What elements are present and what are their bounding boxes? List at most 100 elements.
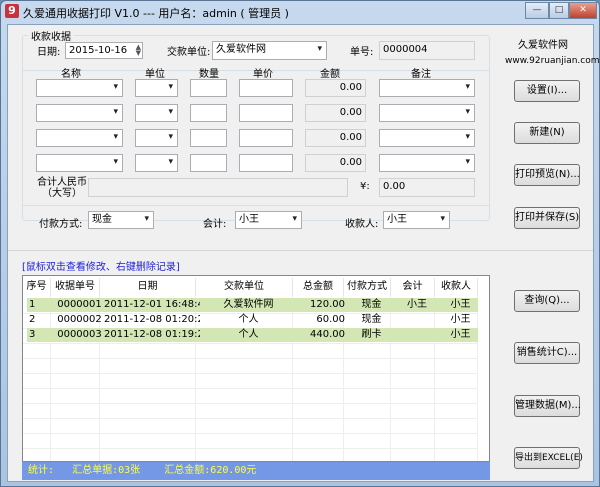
app-icon: 9 (5, 4, 19, 18)
grid-line (23, 433, 477, 434)
accountant-combo[interactable]: 小王 (235, 211, 302, 229)
item-name-combo[interactable] (36, 104, 123, 122)
item-qty-input[interactable] (190, 129, 227, 147)
item-price-input[interactable] (239, 154, 293, 172)
column-header[interactable]: 付款方式 (344, 278, 391, 296)
item-name-combo[interactable] (36, 129, 123, 147)
receiver-label: 收款人: (345, 219, 379, 230)
manage-data-button[interactable]: 管理数据(M)... (514, 395, 581, 417)
accountant-label: 会计: (203, 219, 227, 230)
item-note-combo[interactable] (379, 104, 475, 122)
item-amount-field: 0.00 (305, 129, 366, 147)
grid-line (23, 343, 477, 344)
grid-line (23, 448, 477, 449)
client-area: 收款收据 日期: 2015-10-16 ▲▼ 交款单位: 久爱软件网 单号: 00… (7, 24, 600, 482)
spin-icon[interactable]: ▲ ▼ (136, 44, 141, 57)
yen-field: 0.00 (379, 178, 475, 197)
number-field: 0000004 (379, 41, 475, 60)
item-qty-input[interactable] (190, 104, 227, 122)
status-bar: 统计: 汇总单据:03张 汇总金额:620.00元 (22, 462, 490, 480)
table-cell: 个人 (238, 314, 259, 325)
column-header[interactable]: 收款人 (435, 278, 478, 296)
table-cell: 刷卡 (361, 329, 382, 340)
item-name-combo[interactable] (36, 79, 123, 97)
brand-label: 久爱软件网 (518, 40, 568, 51)
table-cell: 2011-12-01 16:48:46 (104, 299, 200, 310)
item-note-combo[interactable] (379, 154, 475, 172)
number-label: 单号: (350, 47, 374, 58)
list-hint: [鼠标双击查看修改、右键删除记录] (22, 262, 180, 273)
item-amount-field: 0.00 (305, 79, 366, 97)
item-price-input[interactable] (239, 104, 293, 122)
receipt-table[interactable]: 序号 收据单号 日期 交款单位 总金额 付款方式 会计 收款人 1 0000001 2011-12-… (22, 275, 490, 462)
divider (22, 205, 490, 206)
table-cell: 小王 (407, 299, 427, 310)
settings-button[interactable]: 设置(I)... (514, 80, 580, 102)
minimize-button[interactable]: — (525, 2, 549, 19)
export-excel-button[interactable]: 导出到EXCEL(E) (514, 447, 583, 469)
close-button[interactable]: ✕ (569, 2, 597, 19)
item-note-combo[interactable] (379, 129, 475, 147)
group-title: 收款收据 (28, 28, 74, 43)
column-header[interactable]: 收据单号 (51, 278, 100, 296)
pay-method-combo[interactable]: 现金 (88, 211, 154, 229)
date-value: 2015-10-16 (69, 45, 128, 56)
table-row[interactable]: 2 0000002 2011-12-08 01:20:24 个人 60.00 现金 小王 (27, 313, 478, 327)
divider (8, 250, 593, 251)
amount-value: 620.00元 (210, 465, 257, 476)
column-header[interactable]: 日期 (100, 278, 196, 296)
date-label: 日期: (37, 47, 61, 58)
table-row[interactable]: 1 0000001 2011-12-01 16:48:46 久爱软件网 120.00 现金… (27, 298, 478, 312)
item-unit-combo[interactable] (135, 129, 178, 147)
item-price-input[interactable] (239, 129, 293, 147)
item-unit-combo[interactable] (135, 104, 178, 122)
table-cell: 440.00 (310, 329, 345, 340)
print-preview-button[interactable]: 打印预览(N)... (514, 164, 580, 186)
column-header[interactable]: 会计 (391, 278, 435, 296)
table-cell: 久爱软件网 (223, 299, 274, 310)
count-label: 汇总单据: (72, 465, 119, 476)
item-name-combo[interactable] (36, 154, 123, 172)
total-cn-label: 合计人民币 （大写） (37, 177, 87, 199)
table-cell: 3 (29, 329, 36, 340)
query-button[interactable]: 查询(Q)... (514, 290, 580, 312)
table-cell: 1 (29, 299, 36, 310)
item-note-combo[interactable] (379, 79, 475, 97)
col-unit: 单位 (145, 69, 165, 80)
column-header[interactable]: 序号 (23, 278, 51, 296)
item-qty-input[interactable] (190, 154, 227, 172)
new-button[interactable]: 新建(N) (514, 122, 580, 144)
table-row[interactable]: 3 0000003 2011-12-08 01:19:20 个人 440.00 刷卡 小王 (27, 328, 478, 342)
table-cell: 0000001 (57, 299, 102, 310)
total-cn-label-2: （大写） (42, 188, 82, 199)
status-label: 统计: (28, 465, 55, 476)
grid-line (23, 388, 477, 389)
app-window: 9 久爱通用收据打印 V1.0 --- 用户名：admin ( 管理员 ) — … (0, 0, 600, 487)
payer-combo[interactable]: 久爱软件网 (212, 41, 327, 60)
item-unit-combo[interactable] (135, 154, 178, 172)
table-cell: 2011-12-08 01:19:20 (104, 329, 200, 340)
date-picker[interactable]: 2015-10-16 ▲ ▼ (65, 42, 143, 59)
table-cell: 0000002 (57, 314, 102, 325)
payer-label: 交款单位: (167, 47, 211, 58)
grid-line (23, 373, 477, 374)
table-cell (395, 327, 439, 342)
column-header[interactable]: 总金额 (293, 278, 344, 296)
count-value: 03张 (118, 465, 141, 476)
table-cell (395, 312, 439, 327)
sales-stats-button[interactable]: 销售统计C)... (514, 342, 580, 364)
item-price-input[interactable] (239, 79, 293, 97)
col-name: 名称 (61, 69, 81, 80)
item-amount-field: 0.00 (305, 104, 366, 122)
maximize-button[interactable]: □ (549, 2, 569, 19)
table-cell: 2011-12-08 01:20:24 (104, 314, 200, 325)
table-cell: 小王 (450, 329, 471, 340)
total-cn-label-1: 合计人民币 (37, 177, 87, 188)
col-price: 单价 (253, 69, 273, 80)
item-unit-combo[interactable] (135, 79, 178, 97)
item-amount-field: 0.00 (305, 154, 366, 172)
receiver-combo[interactable]: 小王 (383, 211, 450, 229)
column-header[interactable]: 交款单位 (196, 278, 293, 296)
item-qty-input[interactable] (190, 79, 227, 97)
print-save-button[interactable]: 打印并保存(S) (514, 207, 580, 229)
